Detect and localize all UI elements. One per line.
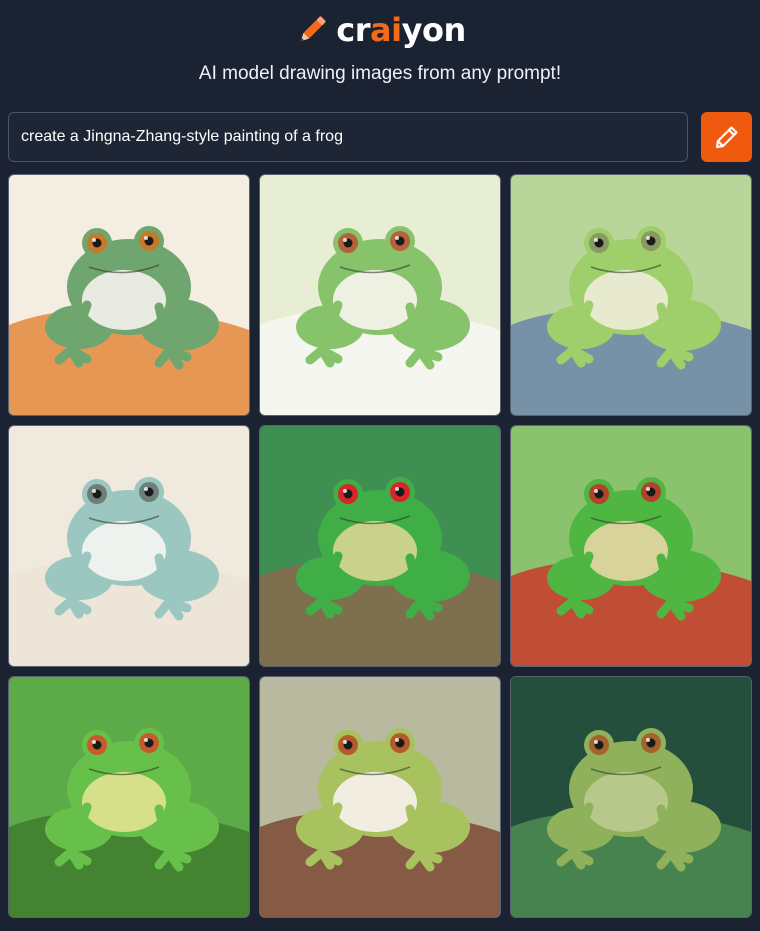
pencil-icon: [300, 16, 326, 42]
result-image[interactable]: [259, 676, 501, 918]
frog-painting: [9, 175, 249, 415]
frog-painting: [9, 677, 249, 917]
draw-button[interactable]: [701, 112, 752, 162]
image-grid: [8, 174, 752, 918]
pencil-icon: [715, 126, 738, 149]
result-image[interactable]: [510, 425, 752, 667]
logo-suffix: yon: [401, 11, 467, 49]
logo-prefix: cr: [336, 11, 371, 49]
frog-painting: [511, 677, 751, 917]
result-image[interactable]: [510, 676, 752, 918]
logo[interactable]: craiyon: [0, 10, 760, 50]
frog-painting: [511, 426, 751, 666]
result-image[interactable]: [510, 174, 752, 416]
frog-painting: [9, 426, 249, 666]
result-image[interactable]: [259, 425, 501, 667]
frog-painting: [260, 426, 500, 666]
result-image[interactable]: [8, 676, 250, 918]
logo-highlight: ai: [370, 11, 402, 49]
logo-text: craiyon: [336, 10, 467, 50]
result-image[interactable]: [259, 174, 501, 416]
header: craiyon AI model drawing images from any…: [0, 0, 760, 100]
frog-painting: [511, 175, 751, 415]
tagline: AI model drawing images from any prompt!: [198, 63, 562, 84]
prompt-bar: [8, 112, 752, 162]
frog-painting: [260, 677, 500, 917]
frog-painting: [260, 175, 500, 415]
result-image[interactable]: [8, 425, 250, 667]
prompt-input[interactable]: [8, 112, 688, 162]
result-image[interactable]: [8, 174, 250, 416]
